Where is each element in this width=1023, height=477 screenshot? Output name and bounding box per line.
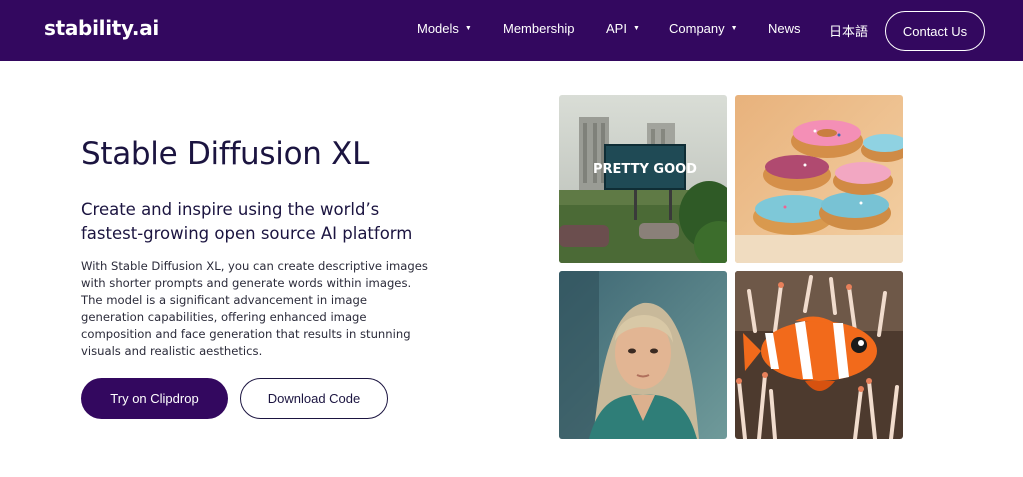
stability-logo[interactable]: stability.ai <box>44 16 159 40</box>
caret-down-icon: ▼ <box>730 25 738 32</box>
nav-item-company[interactable]: Company ▼ <box>669 21 738 36</box>
nav-item-label: Company <box>669 21 725 36</box>
nav-item-label: API <box>606 21 627 36</box>
portrait-image <box>559 271 727 439</box>
page-title: Stable Diffusion XL <box>81 136 370 172</box>
nav-item-label: Models <box>417 21 459 36</box>
nav-item-japanese[interactable]: 日本語 <box>829 21 868 40</box>
nav-item-label: 日本語 <box>829 24 869 39</box>
try-on-clipdrop-button[interactable]: Try on Clipdrop <box>81 378 228 419</box>
hero-subtitle: Create and inspire using the world’s fas… <box>81 200 413 243</box>
top-navbar: stability.ai Models ▼ Membership API ▼ C… <box>0 0 1023 61</box>
donuts-image <box>735 95 903 263</box>
nav-item-membership[interactable]: Membership <box>503 21 575 36</box>
clownfish-image <box>735 271 903 439</box>
nav-item-label: News <box>768 21 801 36</box>
caret-down-icon: ▼ <box>632 25 640 32</box>
hero-description: With Stable Diffusion XL, you can create… <box>81 259 428 358</box>
nav-item-models[interactable]: Models ▼ <box>417 21 472 36</box>
download-code-button[interactable]: Download Code <box>240 378 388 419</box>
caret-down-icon: ▼ <box>464 25 472 32</box>
contact-us-button[interactable]: Contact Us <box>885 11 985 51</box>
billboard-text: PRETTY GOOD <box>593 162 697 177</box>
nav-item-label: Membership <box>503 21 575 36</box>
nav-item-api[interactable]: API ▼ <box>606 21 640 36</box>
nav-item-news[interactable]: News <box>768 21 801 36</box>
billboard-image: PRETTY GOOD <box>559 95 727 263</box>
